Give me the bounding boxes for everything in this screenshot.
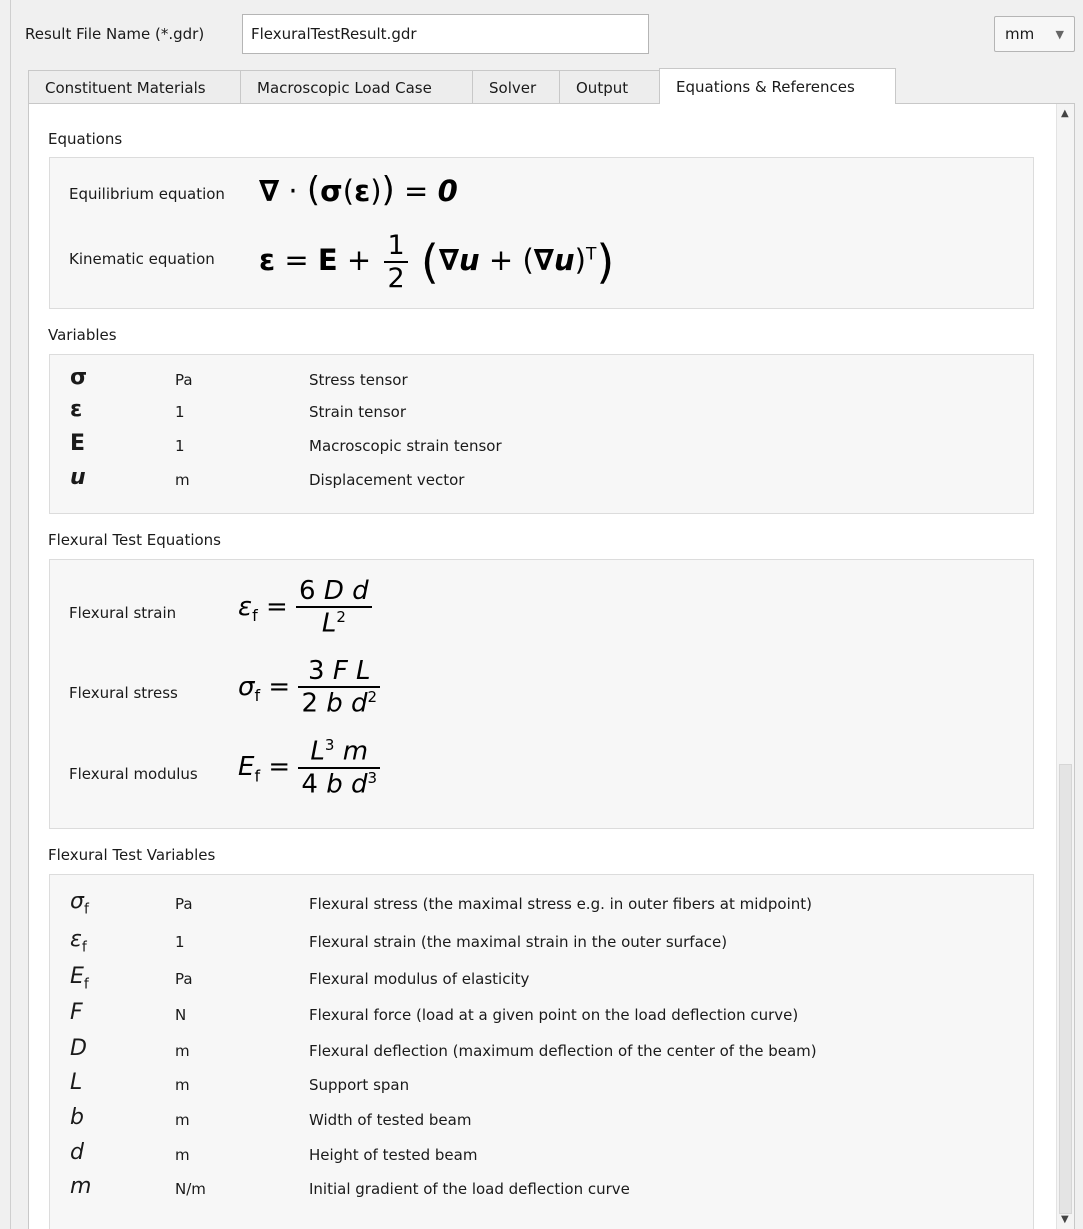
variable-unit: 1: [175, 437, 185, 455]
flexural-strain-label: Flexural strain: [69, 604, 177, 622]
flexural-variable-symbol: b: [70, 1105, 84, 1130]
tab-bar: Constituent Materials Macroscopic Load C…: [28, 68, 896, 104]
variable-unit: m: [175, 471, 190, 489]
flexural-variable-description: Initial gradient of the load deflection …: [309, 1180, 630, 1198]
flexural-equations-section-title: Flexural Test Equations: [48, 531, 221, 549]
variable-symbol: u: [70, 465, 86, 490]
flexural-variable-description: Height of tested beam: [309, 1146, 478, 1164]
flexural-variable-description: Width of tested beam: [309, 1111, 472, 1129]
flexural-variable-symbol: F: [70, 1000, 83, 1025]
flexural-modulus-equation: Ef = L3 m4 b d3: [238, 736, 381, 799]
variable-description: Displacement vector: [309, 471, 465, 489]
vertical-scrollbar[interactable]: ▲ ▼: [1056, 104, 1074, 1229]
tab-constituent-materials[interactable]: Constituent Materials: [28, 70, 241, 104]
result-file-name-label: Result File Name (*.gdr): [25, 25, 205, 43]
flexural-variable-unit: m: [175, 1076, 190, 1094]
flexural-variable-description: Flexural force (load at a given point on…: [309, 1006, 799, 1024]
flexural-variable-description: Flexural deflection (maximum deflection …: [309, 1042, 817, 1060]
flexural-modulus-label: Flexural modulus: [69, 765, 198, 783]
flexural-variable-description: Flexural stress (the maximal stress e.g.…: [309, 895, 813, 913]
flexural-variables-section-title: Flexural Test Variables: [48, 846, 216, 864]
kinematic-equation-label: Kinematic equation: [69, 250, 215, 268]
flexural-variable-row: Ef Pa Flexural modulus of elasticity: [50, 964, 1035, 994]
variable-row: ε 1 Strain tensor: [50, 397, 1035, 427]
scrollbar-thumb[interactable]: [1059, 764, 1072, 1214]
scroll-down-arrow-icon[interactable]: ▼: [1061, 1214, 1069, 1225]
flexural-variable-row: b m Width of tested beam: [50, 1105, 1035, 1135]
flexural-stress-equation: σf = 3 F L2 b d2: [238, 656, 381, 719]
flexural-variable-unit: Pa: [175, 970, 193, 988]
equations-section-title: Equations: [48, 130, 123, 148]
variable-symbol: ε: [70, 397, 83, 422]
variables-section-title: Variables: [48, 326, 117, 344]
flexural-variable-symbol: L: [70, 1070, 83, 1095]
equilibrium-equation-label: Equilibrium equation: [69, 185, 225, 203]
variable-row: E 1 Macroscopic strain tensor: [50, 431, 1035, 461]
result-file-name-input[interactable]: [242, 14, 649, 54]
flexural-variable-row: D m Flexural deflection (maximum deflect…: [50, 1036, 1035, 1066]
equilibrium-equation: ∇ · (σ(ε)) = 0: [259, 170, 458, 210]
tab-output[interactable]: Output: [559, 70, 660, 104]
variable-unit: 1: [175, 403, 185, 421]
flexural-variable-description: Flexural modulus of elasticity: [309, 970, 530, 988]
flexural-variable-row: m N/m Initial gradient of the load defle…: [50, 1174, 1035, 1204]
variable-row: σ Pa Stress tensor: [50, 365, 1035, 395]
variable-row: u m Displacement vector: [50, 465, 1035, 495]
flexural-variable-description: Support span: [309, 1076, 410, 1094]
variable-description: Strain tensor: [309, 403, 406, 421]
variable-description: Stress tensor: [309, 371, 408, 389]
flexural-variable-row: σf Pa Flexural stress (the maximal stres…: [50, 889, 1035, 919]
variables-box: σ Pa Stress tensor ε 1 Strain tensor E 1…: [49, 354, 1034, 514]
tab-macroscopic-load-case[interactable]: Macroscopic Load Case: [240, 70, 473, 104]
flexural-variable-unit: N: [175, 1006, 187, 1024]
flexural-variable-symbol: d: [70, 1140, 84, 1165]
variable-description: Macroscopic strain tensor: [309, 437, 502, 455]
kinematic-equation: ε = E + 12 (∇u + (∇u)T): [259, 230, 615, 294]
flexural-variable-unit: Pa: [175, 895, 193, 913]
tab-solver[interactable]: Solver: [472, 70, 560, 104]
flexural-variable-description: Flexural strain (the maximal strain in t…: [309, 933, 728, 951]
flexural-variable-unit: 1: [175, 933, 185, 951]
scroll-up-arrow-icon[interactable]: ▲: [1061, 108, 1069, 119]
variable-symbol: E: [70, 431, 86, 456]
unit-select-value: mm: [1005, 25, 1035, 43]
flexural-variable-row: F N Flexural force (load at a given poin…: [50, 1000, 1035, 1030]
flexural-variable-row: L m Support span: [50, 1070, 1035, 1100]
flexural-variable-unit: m: [175, 1042, 190, 1060]
unit-select[interactable]: mm ▼: [994, 16, 1075, 52]
variable-unit: Pa: [175, 371, 193, 389]
flexural-variable-symbol: εf: [70, 927, 87, 956]
variable-symbol: σ: [70, 365, 88, 390]
flexural-variables-box: σf Pa Flexural stress (the maximal stres…: [49, 874, 1034, 1229]
chevron-down-icon: ▼: [1055, 28, 1064, 41]
flexural-equations-box: Flexural strain εf = 6 D d L2 Flexural st…: [49, 559, 1034, 829]
flexural-variable-symbol: σf: [70, 889, 89, 918]
flexural-variable-unit: N/m: [175, 1180, 206, 1198]
flexural-variable-row: d m Height of tested beam: [50, 1140, 1035, 1170]
tab-equations-references[interactable]: Equations & References: [659, 68, 896, 104]
flexural-variable-symbol: Ef: [70, 964, 89, 993]
flexural-variable-symbol: m: [70, 1174, 92, 1199]
flexural-variable-unit: m: [175, 1146, 190, 1164]
flexural-stress-label: Flexural stress: [69, 684, 178, 702]
flexural-strain-equation: εf = 6 D d L2: [238, 576, 372, 639]
flexural-variable-row: εf 1 Flexural strain (the maximal strain…: [50, 927, 1035, 957]
flexural-variable-symbol: D: [70, 1036, 87, 1061]
flexural-variable-unit: m: [175, 1111, 190, 1129]
equations-box: Equilibrium equation ∇ · (σ(ε)) = 0 Kine…: [49, 157, 1034, 309]
equations-references-panel: Equations Equilibrium equation ∇ · (σ(ε)…: [28, 103, 1075, 1229]
